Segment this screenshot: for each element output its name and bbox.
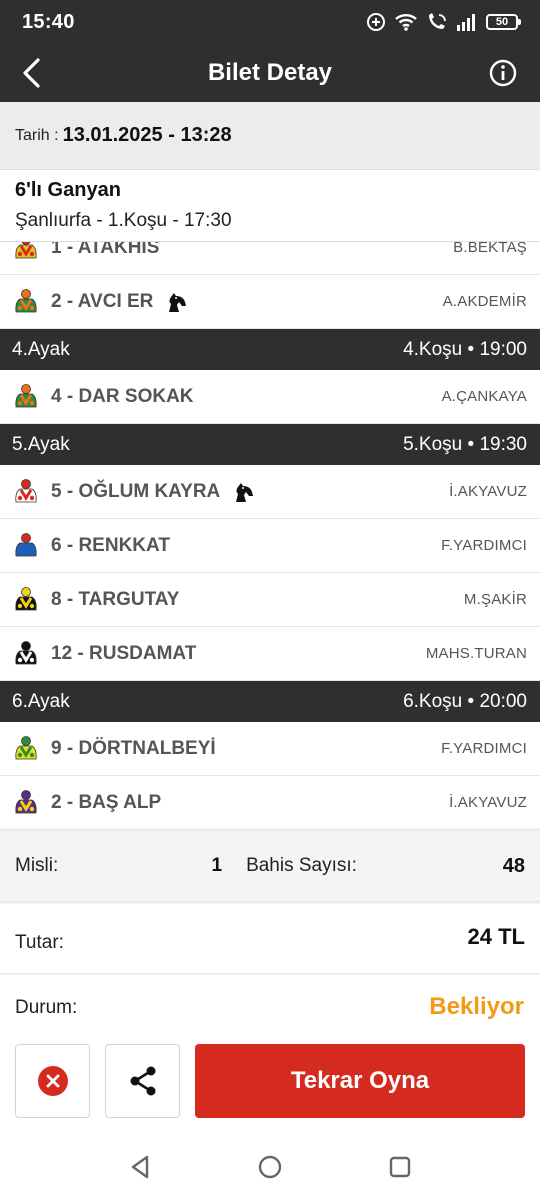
amount-value: 24 TL: [467, 924, 525, 949]
horse-row: 6 - RENKKAT F.YARDIMCI: [0, 519, 540, 573]
horse-name: 6 - RENKKAT: [51, 534, 170, 556]
horse-row: 12 - RUSDAMAT MAHS.TURAN: [0, 627, 540, 681]
misli-value: 1: [211, 855, 223, 876]
selection-list-content: 1 - ATAKHIS B.BEKTAŞ 2 - AVCI ER A.AKDEMİR 4…: [0, 242, 540, 828]
bet-summary: Misli: 1 Bahis Sayısı: 48: [0, 830, 540, 902]
bet-race: Şanlıurfa - 1.Koşu - 17:30: [15, 210, 232, 231]
jockey-name: M.ŞAKİR: [463, 591, 527, 608]
knight-icon: [165, 291, 189, 313]
bahis-count-value: 48: [502, 854, 525, 877]
horse-row: 2 - AVCI ER A.AKDEMİR: [0, 275, 540, 329]
leg-label: 6.Ayak: [12, 690, 70, 712]
info-button[interactable]: [486, 56, 520, 90]
jockey-silk-icon: [12, 789, 40, 817]
horse-row: 5 - OĞLUM KAYRA İ.AKYAVUZ: [0, 465, 540, 519]
horse-name: 12 - RUSDAMAT: [51, 642, 197, 664]
jockey-name: B.BEKTAŞ: [453, 242, 527, 256]
info-icon: [489, 59, 517, 87]
bet-header: 6'lı Ganyan Şanlıurfa - 1.Koşu - 17:30: [0, 170, 540, 242]
page-title: Bilet Detay: [207, 59, 333, 86]
signal-icon: [456, 12, 478, 32]
circle-home-icon: [258, 1155, 282, 1179]
jockey-silk-icon: [12, 383, 40, 411]
horse-row: 1 - ATAKHIS B.BEKTAŞ: [0, 242, 540, 275]
date-label: Tarih :: [15, 126, 59, 144]
jockey-silk-icon: [12, 735, 40, 763]
jockey-silk-icon: [12, 640, 40, 668]
amount-row: Tutar: 24 TL: [0, 904, 540, 974]
bet-type: 6'lı Ganyan: [15, 179, 121, 201]
cancel-ticket-button[interactable]: [15, 1044, 90, 1118]
horse-name: 8 - TARGUTAY: [51, 588, 180, 610]
horse-row: 9 - DÖRTNALBEYİ F.YARDIMCI: [0, 722, 540, 776]
amount-label: Tutar:: [15, 932, 64, 953]
nav-recents-button[interactable]: [383, 1150, 417, 1184]
jockey-name: F.YARDIMCI: [441, 537, 527, 554]
jockey-name: A.ÇANKAYA: [441, 388, 527, 405]
share-icon: [130, 1066, 155, 1096]
replay-button[interactable]: Tekrar Oyna: [195, 1044, 525, 1118]
status-row: Durum: Bekliyor: [0, 975, 540, 1037]
jockey-silk-icon: [12, 532, 40, 560]
leg-header: 4.Ayak 4.Koşu • 19:00: [0, 329, 540, 370]
leg-race-time: 4.Koşu • 19:00: [403, 338, 527, 360]
status-time: 15:40: [22, 10, 75, 33]
wifi-icon: [394, 12, 418, 32]
close-circle-icon: [37, 1066, 68, 1096]
selection-list[interactable]: 1 - ATAKHIS B.BEKTAŞ 2 - AVCI ER A.AKDEMİR 4…: [0, 242, 540, 828]
status-label: Durum:: [15, 997, 78, 1018]
back-button[interactable]: [12, 54, 50, 92]
jockey-name: F.YARDIMCI: [441, 740, 527, 757]
app-bar: Bilet Detay: [0, 44, 540, 102]
horse-name: 9 - DÖRTNALBEYİ: [51, 737, 216, 759]
jockey-name: İ.AKYAVUZ: [449, 794, 527, 811]
leg-race-time: 5.Koşu • 19:30: [403, 433, 527, 455]
knight-icon: [232, 481, 256, 503]
date-value: 13.01.2025 - 13:28: [62, 124, 232, 146]
misli-label: Misli:: [15, 855, 59, 876]
horse-row: 4 - DAR SOKAK A.ÇANKAYA: [0, 370, 540, 424]
nav-home-button[interactable]: [253, 1150, 287, 1184]
triangle-back-icon: [131, 1155, 149, 1179]
call-wifi-icon: [426, 12, 448, 32]
jockey-name: İ.AKYAVUZ: [449, 483, 527, 500]
leg-label: 4.Ayak: [12, 338, 70, 360]
horse-name: 2 - AVCI ER: [51, 290, 154, 312]
horse-row: 2 - BAŞ ALP İ.AKYAVUZ: [0, 776, 540, 828]
leg-header: 5.Ayak 5.Koşu • 19:30: [0, 424, 540, 465]
horse-name: 5 - OĞLUM KAYRA: [51, 480, 221, 502]
jockey-name: A.AKDEMİR: [442, 293, 527, 310]
status-bar: 15:40 50: [0, 0, 540, 44]
jockey-name: MAHS.TURAN: [425, 645, 527, 662]
leg-header: 6.Ayak 6.Koşu • 20:00: [0, 681, 540, 722]
square-recents-icon: [389, 1156, 411, 1178]
jockey-silk-icon: [12, 288, 40, 316]
horse-name: 1 - ATAKHIS: [51, 242, 160, 258]
horse-name: 4 - DAR SOKAK: [51, 385, 194, 407]
status-icons: 50: [366, 12, 521, 32]
battery-icon: 50: [486, 14, 521, 30]
jockey-silk-icon: [12, 478, 40, 506]
horse-row: 8 - TARGUTAY M.ŞAKİR: [0, 573, 540, 627]
system-nav-bar: [0, 1137, 540, 1200]
jockey-silk-icon: [12, 586, 40, 614]
leg-label: 5.Ayak: [12, 433, 70, 455]
status-value: Bekliyor: [429, 993, 524, 1020]
action-bar: Tekrar Oyna: [0, 1037, 540, 1137]
jockey-silk-icon: [12, 242, 40, 262]
ticket-date: Tarih : 13.01.2025 - 13:28: [0, 102, 540, 170]
horse-name: 2 - BAŞ ALP: [51, 791, 162, 813]
chevron-left-icon: [23, 58, 40, 88]
leg-race-time: 6.Koşu • 20:00: [403, 690, 527, 712]
share-button[interactable]: [105, 1044, 180, 1118]
add-circle-icon: [366, 12, 386, 32]
bahis-count-label: Bahis Sayısı:: [246, 855, 357, 876]
nav-back-button[interactable]: [123, 1150, 157, 1184]
